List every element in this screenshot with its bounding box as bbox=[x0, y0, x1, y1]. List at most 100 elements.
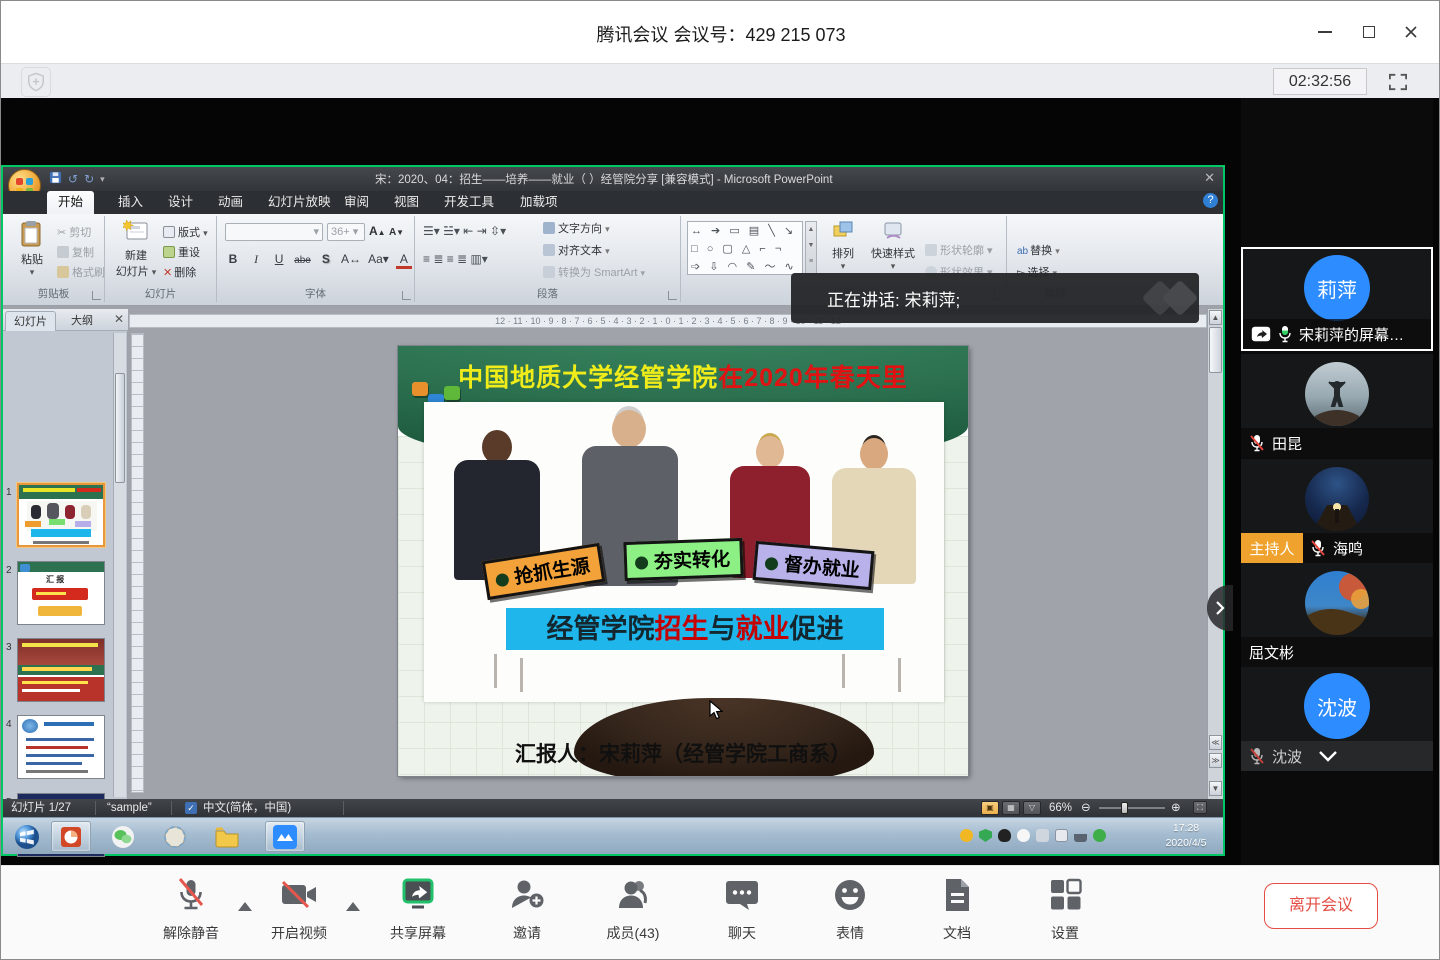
participant-tile[interactable]: 田昆 bbox=[1241, 354, 1433, 458]
spellcheck-icon[interactable]: ✓ bbox=[185, 802, 197, 814]
leave-meeting-button[interactable]: 离开会议 bbox=[1264, 883, 1378, 929]
change-case-button[interactable]: Aa▾ bbox=[368, 252, 389, 266]
share-screen-button[interactable]: 共享屏幕 bbox=[376, 876, 460, 943]
slide-thumbnail-2[interactable]: 汇 报 bbox=[17, 561, 105, 625]
strikethrough-button[interactable]: abe bbox=[294, 255, 311, 266]
layout-button[interactable]: 版式 ▾ bbox=[163, 224, 208, 240]
next-slide-button[interactable]: ≫ bbox=[1209, 753, 1222, 768]
font-name-select[interactable]: ▾ bbox=[225, 223, 323, 241]
video-options-caret[interactable] bbox=[346, 902, 360, 911]
tab-home[interactable]: 开始 bbox=[47, 191, 94, 214]
panel-scrollbar[interactable] bbox=[113, 333, 126, 797]
start-button[interactable] bbox=[7, 821, 47, 852]
participant-tile-screen-share[interactable]: 莉萍 宋莉萍的屏幕… bbox=[1241, 247, 1433, 351]
tab-animation[interactable]: 动画 bbox=[207, 191, 254, 214]
taskbar-explorer[interactable] bbox=[207, 821, 247, 852]
font-size-select[interactable]: 36+ ▾ bbox=[327, 223, 365, 241]
chevron-down-icon[interactable] bbox=[1317, 749, 1339, 763]
underline-button[interactable]: U bbox=[271, 252, 287, 266]
slide-thumbnail-1[interactable] bbox=[17, 483, 105, 547]
tray-battery-icon[interactable] bbox=[1055, 829, 1068, 842]
tab-review[interactable]: 审阅 bbox=[333, 191, 380, 214]
shape-outline-button[interactable]: 形状轮廓 ▾ bbox=[925, 242, 993, 258]
previous-slide-button[interactable]: ≪ bbox=[1209, 735, 1222, 750]
invite-button[interactable]: 邀请 bbox=[485, 876, 569, 943]
fit-window-button[interactable]: ⛶ bbox=[1193, 801, 1207, 814]
taskbar-powerpoint[interactable] bbox=[51, 821, 91, 852]
tray-update-icon[interactable] bbox=[1093, 829, 1106, 842]
unmute-button[interactable]: 解除静音 bbox=[149, 876, 233, 943]
undo-icon[interactable]: ↺ bbox=[68, 171, 78, 187]
fullscreen-button[interactable] bbox=[1381, 68, 1415, 95]
start-video-button[interactable]: 开启视频 bbox=[257, 876, 341, 943]
participant-tile[interactable]: 屈文彬 bbox=[1241, 563, 1433, 667]
panel-tab-slides[interactable]: 幻灯片 bbox=[5, 311, 56, 331]
redo-icon[interactable]: ↻ bbox=[84, 171, 94, 187]
emoji-button[interactable]: 表情 bbox=[808, 876, 892, 943]
participant-tile-host[interactable]: 主持人 海鸣 bbox=[1241, 459, 1433, 563]
align-buttons[interactable]: ≡ ≣ ≡ ≣ ▥▾ bbox=[423, 252, 488, 266]
maximize-button[interactable] bbox=[1353, 17, 1385, 47]
char-spacing-button[interactable]: A↔ bbox=[341, 252, 361, 266]
taskbar-tencent-meeting[interactable] bbox=[265, 821, 305, 852]
clipboard-dialog-launcher[interactable] bbox=[92, 291, 101, 300]
shape-gallery-scroll[interactable]: ▲▼≡ bbox=[805, 221, 817, 275]
tab-slideshow[interactable]: 幻灯片放映 bbox=[257, 191, 342, 214]
new-slide-button[interactable]: 新建幻灯片 ▾ bbox=[113, 220, 159, 279]
replace-button[interactable]: ab替换 ▾ bbox=[1017, 242, 1060, 258]
scroll-thumb[interactable] bbox=[1209, 327, 1222, 373]
ppt-help-icon[interactable]: ? bbox=[1203, 193, 1218, 208]
panel-tab-outline[interactable]: 大纲 bbox=[63, 311, 101, 331]
view-normal-button[interactable]: ▣ bbox=[981, 801, 999, 815]
tab-insert[interactable]: 插入 bbox=[107, 191, 154, 214]
participant-tile[interactable]: 沈波 沈波 bbox=[1241, 667, 1433, 771]
scroll-down-button[interactable]: ▼ bbox=[1209, 781, 1222, 796]
paragraph-dialog-launcher[interactable] bbox=[668, 291, 677, 300]
arrange-button[interactable]: 排列▾ bbox=[823, 220, 863, 272]
tray-qq-icon[interactable] bbox=[998, 829, 1011, 842]
list-buttons[interactable]: ☰▾ ☱▾ ⇤ ⇥ ⇳▾ bbox=[423, 224, 506, 238]
tray-speaker-icon[interactable] bbox=[1036, 829, 1049, 842]
taskbar-browser[interactable] bbox=[155, 821, 195, 852]
text-shadow-button[interactable]: S bbox=[318, 252, 334, 266]
grow-shrink-font[interactable]: A▲ A▼ bbox=[369, 224, 404, 238]
quick-styles-button[interactable]: 快速样式▾ bbox=[867, 220, 919, 272]
text-direction-button[interactable]: 文字方向 ▾ bbox=[543, 220, 610, 236]
shape-gallery[interactable]: ↔ ➔ ▭ ▤ ╲ ↘□ ○ ▢ △ ⌐ ¬➩ ⇩ ◠ ✎ ～ ∿ bbox=[687, 221, 803, 275]
members-button[interactable]: 成员(43) bbox=[591, 876, 675, 943]
view-slideshow-button[interactable]: ▽ bbox=[1023, 801, 1041, 815]
scroll-up-button[interactable]: ▲ bbox=[1209, 310, 1222, 325]
zoom-slider-knob[interactable] bbox=[1121, 802, 1128, 814]
tab-view[interactable]: 视图 bbox=[383, 191, 430, 214]
tab-addins[interactable]: 加载项 bbox=[509, 191, 569, 214]
security-shield-button[interactable] bbox=[21, 67, 51, 97]
taskbar-wechat[interactable] bbox=[103, 821, 143, 852]
tray-icon-2[interactable] bbox=[1017, 829, 1030, 842]
paste-button[interactable]: 粘贴▾ bbox=[9, 220, 55, 278]
settings-button[interactable]: 设置 bbox=[1023, 876, 1107, 943]
chat-button[interactable]: 聊天 bbox=[700, 876, 784, 943]
qat-dropdown-icon[interactable]: ▾ bbox=[100, 171, 105, 187]
smartart-button[interactable]: 转换为 SmartArt ▾ bbox=[543, 264, 645, 280]
copy-button[interactable]: 复制 bbox=[57, 244, 94, 260]
slide-scrollbar[interactable]: ▲ ≪ ≫ ▼ bbox=[1207, 309, 1223, 799]
tab-developer[interactable]: 开发工具 bbox=[433, 191, 505, 214]
delete-slide-button[interactable]: ✕删除 bbox=[163, 264, 196, 280]
tray-network-icon[interactable] bbox=[1074, 829, 1087, 842]
italic-button[interactable]: I bbox=[248, 252, 264, 267]
font-color-button[interactable]: A bbox=[396, 252, 412, 269]
align-text-button[interactable]: 对齐文本 ▾ bbox=[543, 242, 610, 258]
panel-scroll-thumb[interactable] bbox=[115, 373, 125, 483]
tray-shield-icon[interactable] bbox=[979, 829, 992, 842]
slide-thumbnail-4[interactable] bbox=[17, 715, 105, 779]
slide-thumbnail-3[interactable] bbox=[17, 638, 105, 702]
panel-close-icon[interactable]: ✕ bbox=[114, 312, 124, 326]
zoom-out-button[interactable]: ⊖ bbox=[1081, 799, 1091, 817]
minimize-button[interactable] bbox=[1309, 17, 1341, 47]
ppt-close-icon[interactable]: ✕ bbox=[1204, 170, 1215, 186]
save-icon[interactable] bbox=[49, 171, 62, 188]
taskbar-clock[interactable]: 17:28 2020/4/5 bbox=[1155, 821, 1217, 851]
close-button[interactable] bbox=[1395, 17, 1427, 47]
reset-button[interactable]: 重设 bbox=[163, 244, 200, 260]
tray-icon-1[interactable] bbox=[960, 829, 973, 842]
